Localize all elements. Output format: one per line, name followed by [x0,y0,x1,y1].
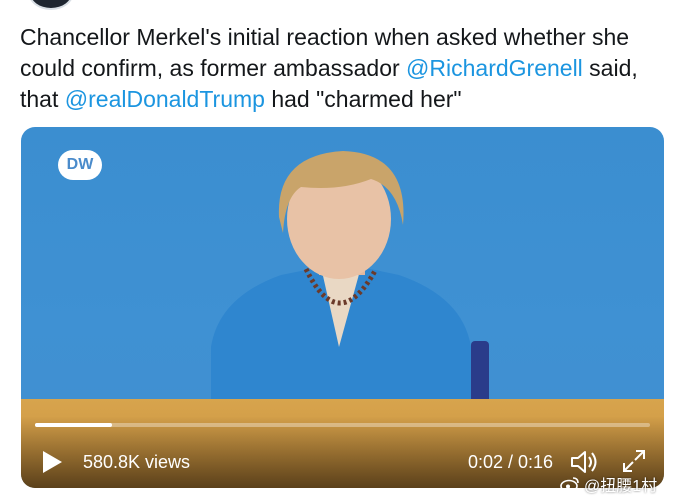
watermark-text: @扭腰1村 [584,478,658,495]
tweet-text-part: had "charmed her" [264,86,462,112]
channel-logo: DW [58,150,102,180]
mention-richardgrenell[interactable]: @RichardGrenell [406,55,583,81]
time-display: 0:02 / 0:16 [468,452,554,472]
play-icon[interactable] [41,450,63,474]
progress-bar[interactable] [35,423,650,427]
avatar[interactable] [28,0,74,10]
tweet-text: Chancellor Merkel's initial reaction whe… [20,22,675,115]
expand-icon[interactable] [621,448,647,474]
progress-fill [35,423,112,427]
mention-realdonaldtrump[interactable]: @realDonaldTrump [65,86,265,112]
watermark: @扭腰1村 [560,472,657,496]
weibo-icon [560,477,579,492]
video-player[interactable]: DW 580.8K views 0:02 / 0:16 [21,127,664,488]
view-count: 580.8K views [83,452,191,472]
